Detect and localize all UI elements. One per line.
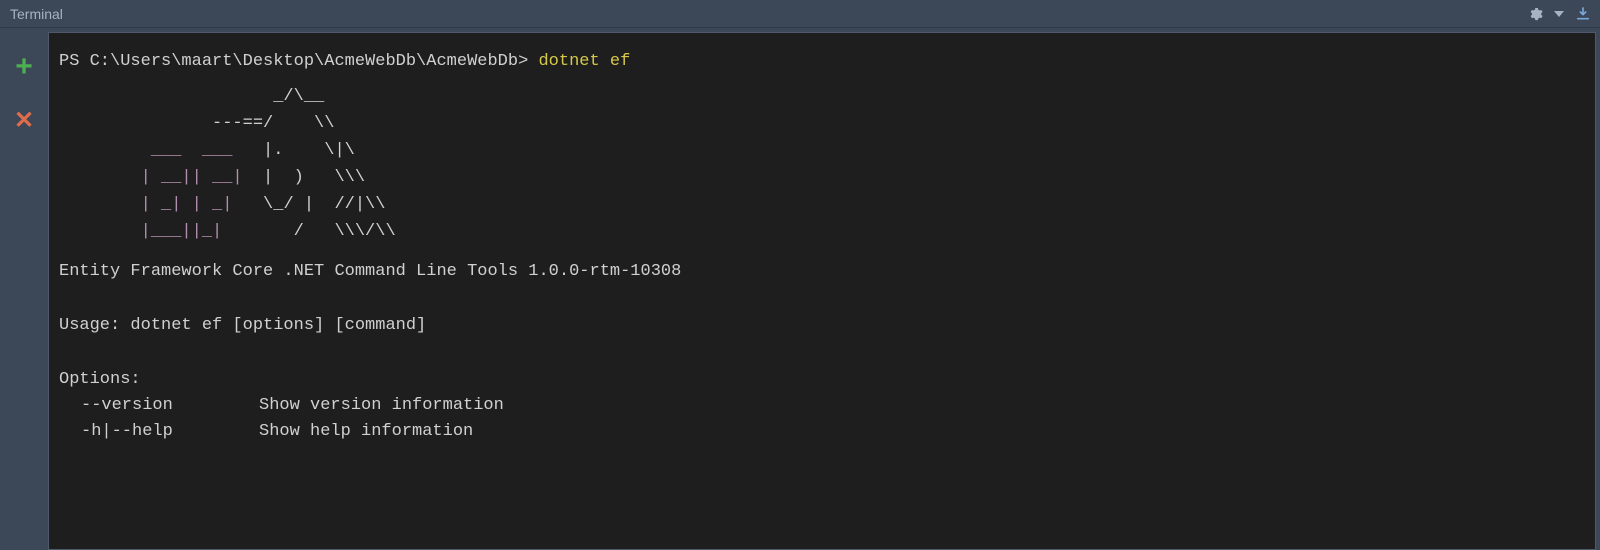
prompt-path: PS C:\Users\maart\Desktop\AcmeWebDb\Acme… bbox=[59, 52, 538, 71]
download-icon[interactable] bbox=[1572, 3, 1594, 25]
gear-icon[interactable] bbox=[1524, 3, 1546, 25]
option-row: --versionShow version information bbox=[59, 393, 1585, 419]
terminal-gutter: + ✕ bbox=[0, 28, 48, 550]
content-area: + ✕ PS C:\Users\maart\Desktop\AcmeWebDb\… bbox=[0, 28, 1600, 550]
option-flag: --version bbox=[59, 393, 259, 419]
command-text: dotnet ef bbox=[538, 52, 630, 71]
dropdown-icon[interactable] bbox=[1552, 3, 1566, 25]
prompt-line: PS C:\Users\maart\Desktop\AcmeWebDb\Acme… bbox=[59, 49, 1585, 75]
title-actions bbox=[1524, 3, 1594, 25]
plus-icon: + bbox=[15, 52, 33, 82]
panel-title: Terminal bbox=[10, 6, 63, 22]
option-description: Show help information bbox=[259, 419, 473, 445]
options-list: --versionShow version information-h|--he… bbox=[59, 393, 1585, 445]
usage-line: Usage: dotnet ef [options] [command] bbox=[59, 313, 1585, 339]
new-session-button[interactable]: + bbox=[11, 54, 37, 80]
terminal-output[interactable]: PS C:\Users\maart\Desktop\AcmeWebDb\Acme… bbox=[48, 32, 1596, 550]
option-row: -h|--helpShow help information bbox=[59, 419, 1585, 445]
options-header: Options: bbox=[59, 367, 1585, 393]
ascii-art: _/\__ ---==/ \\ ___ ___ |. \|\ | __|| __… bbox=[59, 83, 1585, 245]
option-flag: -h|--help bbox=[59, 419, 259, 445]
title-bar: Terminal bbox=[0, 0, 1600, 28]
option-description: Show version information bbox=[259, 393, 504, 419]
close-session-button[interactable]: ✕ bbox=[11, 108, 37, 134]
close-icon: ✕ bbox=[14, 109, 34, 133]
tool-description: Entity Framework Core .NET Command Line … bbox=[59, 259, 1585, 285]
